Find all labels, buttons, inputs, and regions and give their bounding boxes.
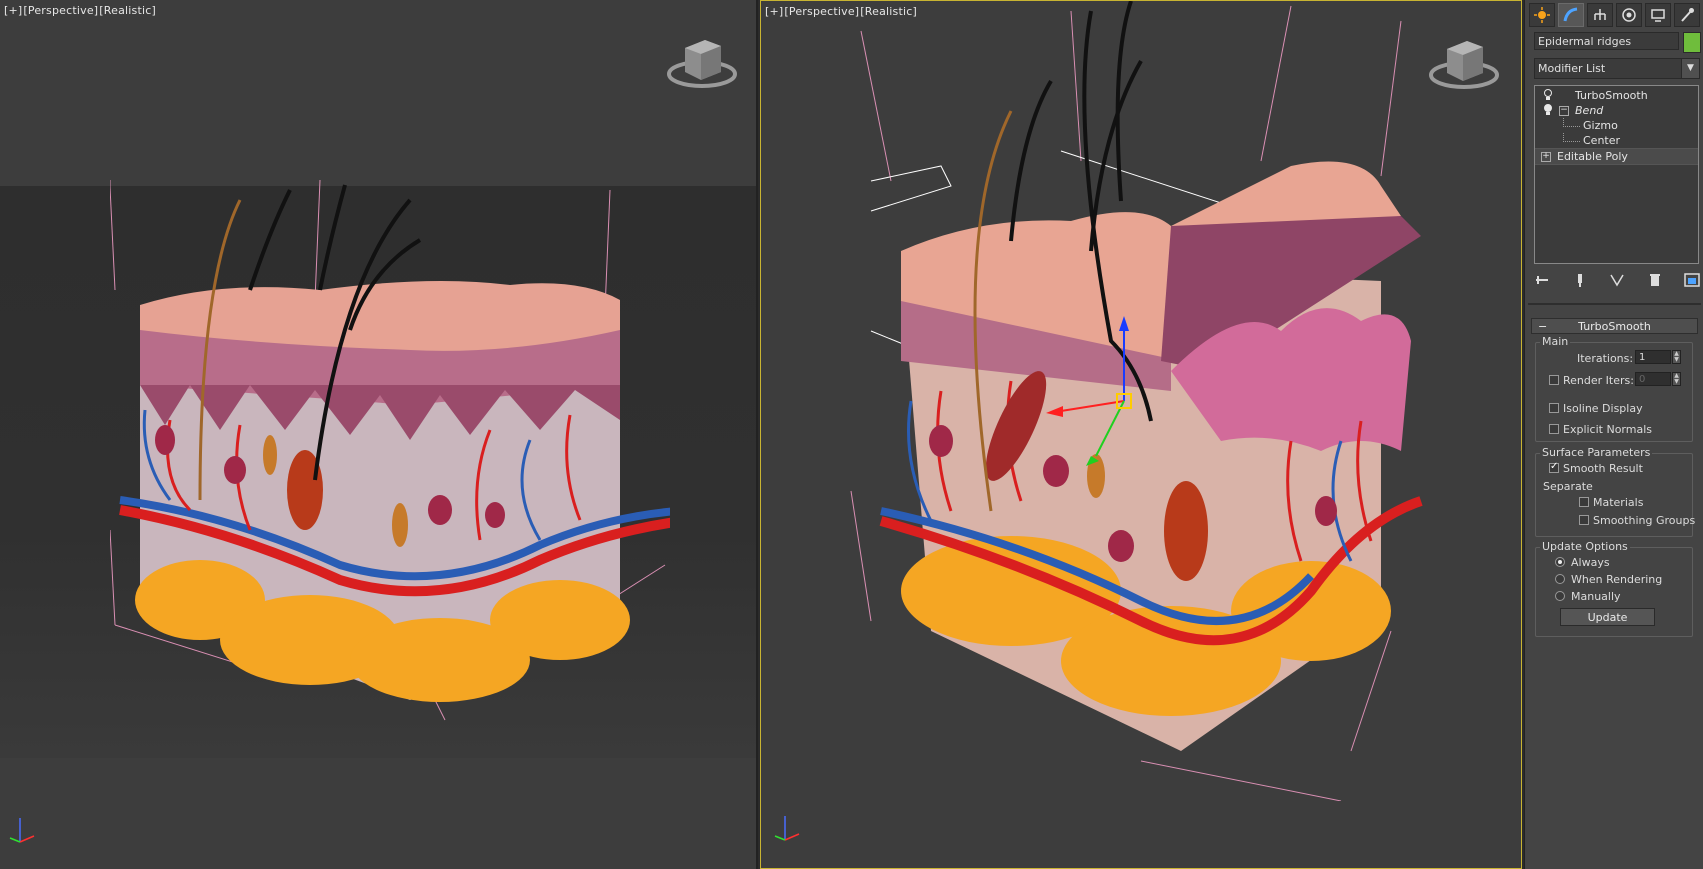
- viewcube-icon[interactable]: [665, 32, 739, 96]
- pin-stack-icon[interactable]: [1534, 273, 1550, 287]
- separate-label: Separate: [1543, 480, 1593, 493]
- manually-label: Manually: [1571, 590, 1621, 603]
- collapse-icon[interactable]: −: [1538, 319, 1547, 334]
- collapse-icon[interactable]: −: [1559, 106, 1569, 116]
- command-panel: Epidermal ridges Modifier List ▼ TurboSm…: [1524, 0, 1703, 869]
- object-name-field[interactable]: Epidermal ridges: [1534, 32, 1679, 50]
- expand-icon[interactable]: +: [1541, 152, 1551, 162]
- left-viewport-label[interactable]: [+][Perspective][Realistic]: [4, 4, 157, 17]
- utilities-icon: [1681, 8, 1694, 22]
- motion-tab[interactable]: [1616, 3, 1642, 27]
- hierarchy-tab[interactable]: [1587, 3, 1613, 27]
- configure-modifier-sets-icon[interactable]: [1684, 273, 1700, 287]
- modify-icon: [1563, 7, 1578, 22]
- stack-toolbar: [1534, 270, 1700, 290]
- display-tab[interactable]: [1645, 3, 1671, 27]
- viewport-view-menu[interactable]: [Perspective]: [23, 4, 98, 17]
- stack-item-label: TurboSmooth: [1575, 89, 1648, 102]
- viewport-menu-plus[interactable]: [+]: [765, 5, 783, 18]
- stack-item-center[interactable]: Center: [1535, 133, 1698, 148]
- tree-line: [1563, 118, 1580, 127]
- command-panel-tabs: [1529, 3, 1700, 27]
- stack-item-gizmo[interactable]: Gizmo: [1535, 118, 1698, 133]
- when-rendering-label: When Rendering: [1571, 573, 1663, 586]
- stack-item-label: Editable Poly: [1557, 150, 1628, 163]
- always-radio[interactable]: [1555, 557, 1565, 567]
- modifier-stack[interactable]: TurboSmooth − Bend Gizmo Center + Editab…: [1534, 85, 1699, 264]
- update-button[interactable]: Update: [1560, 608, 1655, 626]
- motion-icon: [1622, 8, 1636, 22]
- smoothing-groups-checkbox[interactable]: [1579, 515, 1589, 525]
- modify-tab[interactable]: [1558, 3, 1584, 27]
- panel-divider: [1528, 303, 1701, 305]
- show-end-result-icon[interactable]: [1572, 273, 1588, 287]
- group-title: Main: [1540, 335, 1571, 348]
- spinner-arrows-icon[interactable]: ▲ ▼: [1672, 350, 1681, 364]
- chevron-down-icon[interactable]: ▼: [1681, 59, 1699, 78]
- materials-checkbox[interactable]: [1579, 497, 1589, 507]
- stack-item-turbosmooth[interactable]: TurboSmooth: [1535, 88, 1698, 103]
- when-rendering-radio[interactable]: [1555, 574, 1565, 584]
- render-iters-label: Render Iters:: [1563, 374, 1634, 387]
- spinner-arrows-icon[interactable]: ▲ ▼: [1672, 372, 1681, 386]
- axis-tripod-icon: [774, 816, 800, 841]
- iterations-label: Iterations:: [1577, 352, 1634, 365]
- left-viewport[interactable]: [+][Perspective][Realistic]: [0, 0, 758, 869]
- stack-item-label: Gizmo: [1583, 119, 1618, 132]
- stack-item-editable-poly[interactable]: + Editable Poly: [1535, 148, 1698, 165]
- render-iters-spinner[interactable]: 0: [1635, 372, 1671, 386]
- make-unique-icon[interactable]: [1609, 273, 1625, 287]
- turbosmooth-rollout-header[interactable]: − TurboSmooth: [1531, 318, 1698, 334]
- group-title: Surface Parameters: [1540, 446, 1653, 459]
- create-icon: [1534, 7, 1550, 23]
- materials-label: Materials: [1593, 496, 1644, 509]
- modifier-list-dropdown[interactable]: Modifier List ▼: [1534, 58, 1700, 79]
- render-iters-checkbox[interactable]: [1549, 375, 1559, 385]
- create-tab[interactable]: [1529, 3, 1555, 27]
- lightbulb-icon[interactable]: [1543, 103, 1553, 116]
- stack-item-label: Center: [1583, 134, 1621, 147]
- skin-model-left[interactable]: [110, 180, 670, 740]
- utilities-tab[interactable]: [1674, 3, 1700, 27]
- skin-model-right[interactable]: [841, 1, 1471, 801]
- isoline-display-checkbox[interactable]: [1549, 403, 1559, 413]
- isoline-display-label: Isoline Display: [1563, 402, 1643, 415]
- smooth-result-label: Smooth Result: [1563, 462, 1643, 475]
- group-title: Update Options: [1540, 540, 1630, 553]
- rollout-title: TurboSmooth: [1578, 320, 1651, 333]
- hierarchy-icon: [1594, 9, 1606, 20]
- explicit-normals-checkbox[interactable]: [1549, 424, 1559, 434]
- viewport-shading-menu[interactable]: [Realistic]: [99, 4, 156, 17]
- explicit-normals-label: Explicit Normals: [1563, 423, 1652, 436]
- stack-item-bend[interactable]: − Bend: [1535, 103, 1698, 118]
- right-viewport[interactable]: [+][Perspective][Realistic]: [760, 0, 1522, 869]
- tree-line: [1563, 133, 1580, 142]
- iterations-spinner[interactable]: 1: [1635, 350, 1671, 364]
- smoothing-groups-label: Smoothing Groups: [1593, 514, 1696, 527]
- modifier-list-label: Modifier List: [1538, 62, 1606, 75]
- always-label: Always: [1571, 556, 1610, 569]
- smooth-result-checkbox[interactable]: [1549, 461, 1559, 473]
- remove-modifier-icon[interactable]: [1647, 273, 1663, 287]
- lightbulb-icon[interactable]: [1543, 88, 1553, 101]
- display-icon: [1651, 9, 1665, 22]
- manually-radio[interactable]: [1555, 591, 1565, 601]
- viewport-menu-plus[interactable]: [+]: [4, 4, 22, 17]
- object-color-swatch[interactable]: [1683, 32, 1701, 53]
- axis-tripod-icon: [9, 818, 35, 843]
- stack-item-label: Bend: [1575, 104, 1604, 117]
